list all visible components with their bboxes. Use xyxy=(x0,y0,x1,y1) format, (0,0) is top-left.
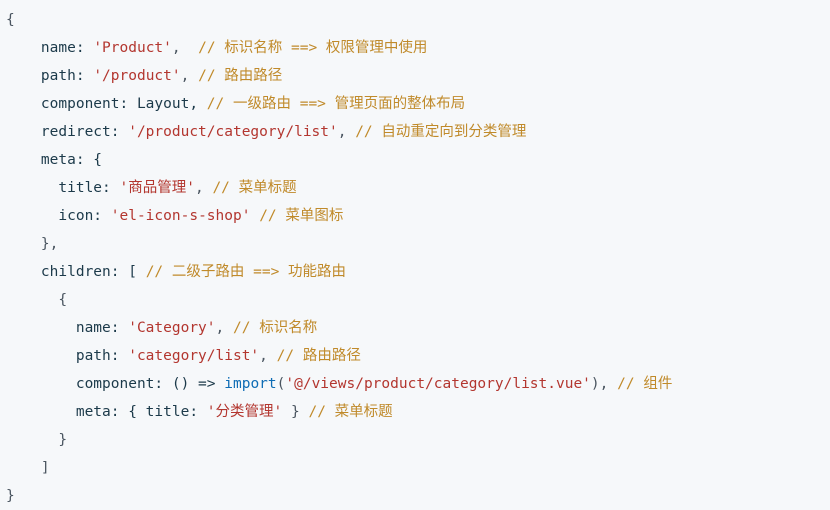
code-token: // 菜单图标 xyxy=(259,208,344,224)
code-line: meta: { title: '分类管理' } // 菜单标题 xyxy=(6,398,393,426)
code-token: '分类管理' xyxy=(206,404,283,420)
code-token: icon: xyxy=(6,208,111,224)
code-token: 'category/list' xyxy=(128,348,260,364)
code-line: name: 'Product', // 标识名称 ==> 权限管理中使用 xyxy=(6,34,428,62)
code-line: meta: { xyxy=(6,146,102,174)
code-token: 'el-icon-s-shop' xyxy=(110,208,251,224)
code-line: path: '/product', // 路由路径 xyxy=(6,62,282,90)
code-token: // 菜单标题 xyxy=(212,180,297,196)
code-line: ] xyxy=(6,454,50,482)
code-token: component: Layout, xyxy=(6,96,207,112)
code-token: } xyxy=(6,488,15,504)
code-token: , xyxy=(337,124,356,140)
code-token: component: () => xyxy=(6,376,225,392)
code-token: // 路由路径 xyxy=(276,348,361,364)
code-token: , xyxy=(259,348,277,364)
code-line: path: 'category/list', // 路由路径 xyxy=(6,342,361,370)
code-token: redirect: xyxy=(6,124,129,140)
code-line: children: [ // 二级子路由 ==> 功能路由 xyxy=(6,258,346,286)
code-token: 'Product' xyxy=(93,40,172,56)
code-token: title: xyxy=(6,180,120,196)
code-token: import xyxy=(224,376,277,392)
code-token: 'Category' xyxy=(128,320,216,336)
code-token: // 一级路由 ==> 管理页面的整体布局 xyxy=(206,96,466,112)
code-token: '/product/category/list' xyxy=(128,124,338,140)
code-token: // 自动重定向到分类管理 xyxy=(355,124,527,140)
code-block: { name: 'Product', // 标识名称 ==> 权限管理中使用 p… xyxy=(0,0,830,508)
code-token: path: xyxy=(6,348,129,364)
code-line: name: 'Category', // 标识名称 xyxy=(6,314,317,342)
code-token: } xyxy=(282,404,309,420)
code-line: } xyxy=(6,426,67,454)
code-token: // 菜单标题 xyxy=(308,404,393,420)
code-token: { xyxy=(6,12,15,28)
code-token: ] xyxy=(6,460,50,476)
code-token: meta: { title: xyxy=(6,404,207,420)
code-token: ), xyxy=(590,376,618,392)
code-line: { xyxy=(6,6,15,34)
code-token: // 标识名称 xyxy=(233,320,318,336)
code-token: meta: { xyxy=(6,152,103,168)
code-token: , xyxy=(215,320,233,336)
code-token: // 路由路径 xyxy=(198,68,283,84)
code-token: // 标识名称 ==> 权限管理中使用 xyxy=(198,40,428,56)
code-token: } xyxy=(6,432,68,448)
code-line: icon: 'el-icon-s-shop' // 菜单图标 xyxy=(6,202,343,230)
code-token: , xyxy=(180,68,199,84)
code-token: '@/views/product/category/list.vue' xyxy=(285,376,591,392)
code-token: '/product' xyxy=(93,68,181,84)
code-token: name: xyxy=(6,320,129,336)
code-token: // 二级子路由 ==> 功能路由 xyxy=(145,264,347,280)
code-token: , xyxy=(194,180,213,196)
code-token: name: xyxy=(6,40,94,56)
code-token: }, xyxy=(6,236,59,252)
code-line: } xyxy=(6,482,15,510)
code-line: component: () => import('@/views/product… xyxy=(6,370,673,398)
code-token: { xyxy=(6,292,68,308)
code-line: }, xyxy=(6,230,58,258)
code-token: , xyxy=(171,40,199,56)
code-line: component: Layout, // 一级路由 ==> 管理页面的整体布局 xyxy=(6,90,465,118)
code-line: title: '商品管理', // 菜单标题 xyxy=(6,174,297,202)
code-token: '商品管理' xyxy=(119,180,195,196)
code-token: children: [ xyxy=(6,264,146,280)
code-line: redirect: '/product/category/list', // 自… xyxy=(6,118,527,146)
code-line: { xyxy=(6,286,67,314)
code-token: // 组件 xyxy=(617,376,673,392)
code-token: path: xyxy=(6,68,94,84)
